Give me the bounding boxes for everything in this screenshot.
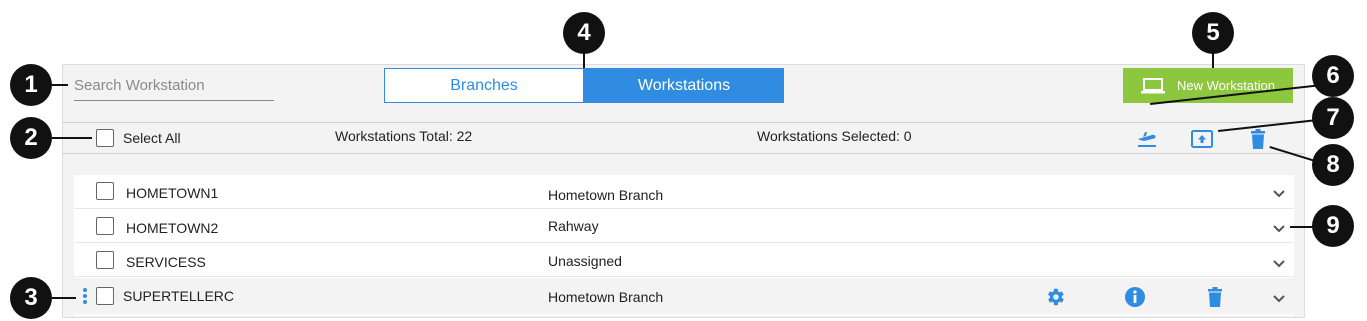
tab-workstations[interactable]: Workstations xyxy=(584,68,784,103)
callout-1: 1 xyxy=(10,64,52,106)
callout-line xyxy=(1290,226,1314,228)
view-tabs: Branches Workstations xyxy=(384,68,784,103)
callout-line xyxy=(52,84,68,86)
callout-2: 2 xyxy=(10,117,52,159)
workstation-name: HOMETOWN1 xyxy=(126,185,219,201)
workstations-total: Workstations Total: 22 xyxy=(335,128,473,144)
tab-branches[interactable]: Branches xyxy=(384,68,584,103)
callout-6: 6 xyxy=(1312,55,1354,97)
callout-8: 8 xyxy=(1312,144,1354,186)
search-input[interactable]: Search Workstation xyxy=(74,72,274,101)
select-all-checkbox[interactable] xyxy=(96,129,114,147)
row-checkbox[interactable] xyxy=(96,251,114,269)
branch-name: Unassigned xyxy=(548,253,622,269)
upload-icon[interactable] xyxy=(1191,129,1213,149)
branch-name: Rahway xyxy=(548,218,599,234)
chevron-down-icon[interactable] xyxy=(1270,258,1288,270)
table-row[interactable]: HOMETOWN2 Rahway xyxy=(74,209,1294,243)
workstation-name: SUPERTELLERC xyxy=(123,288,235,304)
select-all-label: Select All xyxy=(123,130,181,146)
workstation-name: SERVICESS xyxy=(126,254,206,270)
toolbar-bottom-divider xyxy=(62,153,1305,154)
callout-line xyxy=(52,297,76,299)
workstations-selected: Workstations Selected: 0 xyxy=(757,128,912,144)
chevron-down-icon[interactable] xyxy=(1270,223,1288,235)
toolbar-top-divider xyxy=(62,122,1305,123)
trash-icon[interactable] xyxy=(1207,287,1223,307)
trash-icon[interactable] xyxy=(1250,129,1266,149)
row-checkbox[interactable] xyxy=(96,287,114,305)
branch-name: Hometown Branch xyxy=(548,289,664,305)
branch-name: Hometown Branch xyxy=(548,187,664,203)
callout-4: 4 xyxy=(563,12,605,54)
workstation-name: HOMETOWN2 xyxy=(126,220,219,236)
info-icon[interactable] xyxy=(1124,286,1146,308)
row-checkbox[interactable] xyxy=(96,182,114,200)
callout-7: 7 xyxy=(1312,97,1354,139)
callout-5: 5 xyxy=(1192,12,1234,54)
table-row[interactable]: SERVICESS Unassigned xyxy=(74,243,1294,277)
callout-3: 3 xyxy=(10,277,52,319)
table-row[interactable]: HOMETOWN1 Hometown Branch xyxy=(74,175,1294,209)
chevron-down-icon[interactable] xyxy=(1270,188,1288,200)
table-row[interactable]: SUPERTELLERC Hometown Branch xyxy=(74,278,1294,314)
laptop-icon xyxy=(1140,77,1165,93)
chevron-down-icon[interactable] xyxy=(1270,293,1288,305)
callout-line xyxy=(1212,52,1214,68)
deploy-icon[interactable] xyxy=(1136,127,1158,149)
callout-line xyxy=(583,54,585,68)
gear-icon[interactable] xyxy=(1044,286,1066,308)
row-checkbox[interactable] xyxy=(96,217,114,235)
callout-line xyxy=(52,137,92,139)
callout-9: 9 xyxy=(1312,205,1354,247)
kebab-menu-icon[interactable] xyxy=(82,287,88,305)
